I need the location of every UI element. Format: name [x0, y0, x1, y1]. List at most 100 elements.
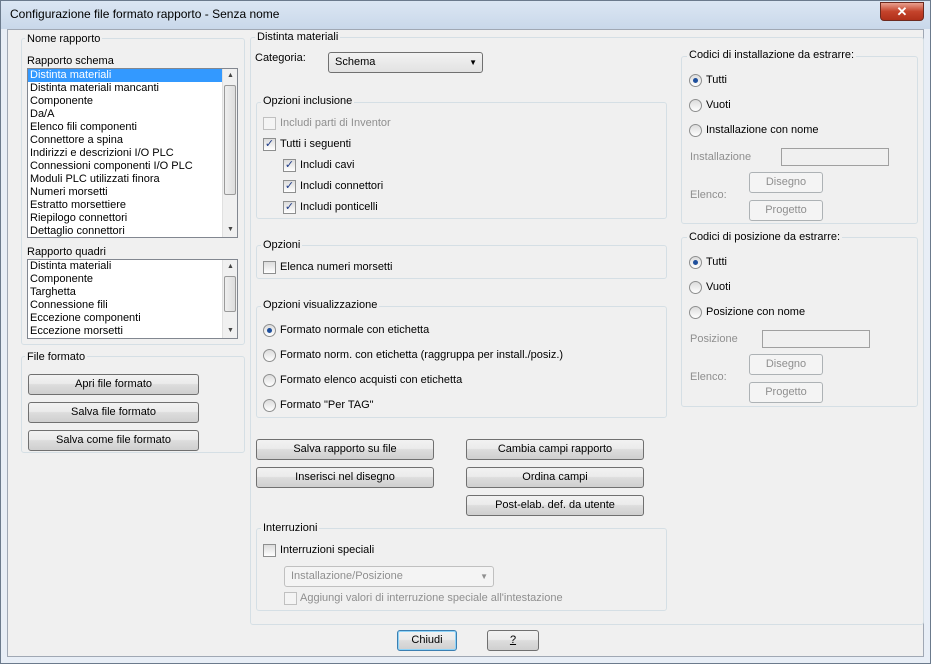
list-item[interactable]: Componente — [28, 273, 237, 286]
scrollbar[interactable]: ▲ ▼ — [222, 69, 237, 237]
includi-connettori-checkbox[interactable]: ✓ — [283, 180, 296, 193]
list-item[interactable]: Connessioni componenti I/O PLC — [28, 160, 237, 173]
list-item[interactable]: Da/A — [28, 108, 237, 121]
distinta-materiali-label: Distinta materiali — [255, 31, 341, 43]
installazione-disegno-button[interactable]: Disegno — [749, 172, 823, 193]
includi-ponticelli-label: Includi ponticelli — [300, 201, 378, 213]
installazione-group-label: Codici di installazione da estrarre: — [687, 49, 857, 61]
includi-ponticelli-checkbox[interactable]: ✓ — [283, 201, 296, 214]
categoria-value: Schema — [335, 56, 376, 68]
formato-elenco-acquisti-radio[interactable] — [263, 374, 276, 387]
posizione-input[interactable] — [762, 330, 870, 348]
chevron-down-icon: ▼ — [469, 58, 477, 67]
chiudi-button[interactable]: Chiudi — [397, 630, 457, 651]
installazione-con-nome-radio[interactable] — [689, 124, 702, 137]
scroll-thumb[interactable] — [224, 85, 236, 195]
list-item[interactable]: Componente — [28, 95, 237, 108]
posizione-elenco-label: Elenco: — [690, 371, 727, 383]
installazione-field-label: Installazione — [690, 151, 752, 163]
list-item[interactable]: Eccezione morsetti — [28, 325, 237, 338]
scroll-down-arrow-icon[interactable]: ▼ — [223, 223, 237, 237]
tutti-seguenti-checkbox[interactable]: ✓ — [263, 138, 276, 151]
list-item[interactable]: Distinta materiali — [28, 260, 237, 273]
posizione-con-nome-radio[interactable] — [689, 306, 702, 319]
formato-norm-raggruppa-radio[interactable] — [263, 349, 276, 362]
rapporto-schema-list[interactable]: Distinta materiali Distinta materiali man… — [27, 68, 238, 238]
posizione-disegno-button[interactable]: Disegno — [749, 354, 823, 375]
opzioni-label: Opzioni — [261, 239, 303, 251]
posizione-progetto-button[interactable]: Progetto — [749, 382, 823, 403]
installazione-tutti-label: Tutti — [706, 74, 727, 86]
scroll-up-arrow-icon[interactable]: ▲ — [223, 260, 237, 274]
posizione-con-nome-label: Posizione con nome — [706, 306, 806, 318]
rapporto-schema-label: Rapporto schema — [27, 55, 114, 67]
post-elaborazione-button[interactable]: Post-elab. def. da utente — [466, 495, 644, 516]
close-button[interactable]: ✕ — [880, 2, 924, 21]
list-item[interactable]: Indirizzi e descrizioni I/O PLC — [28, 147, 237, 160]
rapporto-quadri-list[interactable]: Distinta materiali Componente Targhetta Con… — [27, 259, 238, 339]
apri-file-formato-button[interactable]: Apri file formato — [28, 374, 199, 395]
installazione-vuoti-radio[interactable] — [689, 99, 702, 112]
interruzioni-select[interactable]: Installazione/Posizione ▼ — [284, 566, 494, 587]
categoria-select[interactable]: Schema ▼ — [328, 52, 483, 73]
file-formato-label: File formato — [25, 351, 88, 363]
dialog-client-area: Nome rapporto Rapporto schema Distinta m… — [7, 29, 924, 657]
aggiungi-valori-checkbox[interactable] — [284, 592, 297, 605]
salva-come-file-formato-button[interactable]: Salva come file formato — [28, 430, 199, 451]
installazione-vuoti-label: Vuoti — [706, 99, 731, 111]
salva-rapporto-button[interactable]: Salva rapporto su file — [256, 439, 434, 460]
formato-elenco-acquisti-label: Formato elenco acquisti con etichetta — [280, 374, 463, 386]
aggiungi-valori-label: Aggiungi valori di interruzione speciale… — [300, 592, 563, 604]
cambia-campi-button[interactable]: Cambia campi rapporto — [466, 439, 644, 460]
interruzioni-speciali-checkbox[interactable] — [263, 544, 276, 557]
dialog-window: Configurazione file formato rapporto - S… — [0, 0, 931, 664]
includi-inventor-checkbox[interactable] — [263, 117, 276, 130]
list-item[interactable]: Elenco fili componenti — [28, 121, 237, 134]
formato-per-tag-label: Formato "Per TAG" — [280, 399, 374, 411]
inserisci-nel-disegno-button[interactable]: Inserisci nel disegno — [256, 467, 434, 488]
list-item[interactable]: Dettaglio connettori — [28, 225, 237, 237]
opzioni-visualizzazione-label: Opzioni visualizzazione — [261, 299, 380, 311]
installazione-tutti-radio[interactable] — [689, 74, 702, 87]
installazione-progetto-button[interactable]: Progetto — [749, 200, 823, 221]
list-item[interactable]: Connessione fili — [28, 299, 237, 312]
rapporto-quadri-label: Rapporto quadri — [27, 246, 106, 258]
window-title: Configurazione file formato rapporto - S… — [10, 7, 280, 21]
salva-file-formato-button[interactable]: Salva file formato — [28, 402, 199, 423]
ordina-campi-button[interactable]: Ordina campi — [466, 467, 644, 488]
list-item[interactable]: Eccezione componenti — [28, 312, 237, 325]
elenca-numeri-morsetti-label: Elenca numeri morsetti — [280, 261, 393, 273]
list-item[interactable]: Distinta materiali mancanti — [28, 82, 237, 95]
formato-normale-label: Formato normale con etichetta — [280, 324, 430, 336]
list-item[interactable]: Moduli PLC utilizzati finora — [28, 173, 237, 186]
scrollbar[interactable]: ▲ ▼ — [222, 260, 237, 338]
nome-rapporto-label: Nome rapporto — [25, 33, 103, 45]
scroll-thumb[interactable] — [224, 276, 236, 312]
posizione-vuoti-label: Vuoti — [706, 281, 731, 293]
scroll-up-arrow-icon[interactable]: ▲ — [223, 69, 237, 83]
help-button[interactable]: ? — [487, 630, 539, 651]
list-item[interactable]: Numeri morsetti — [28, 186, 237, 199]
scroll-down-arrow-icon[interactable]: ▼ — [223, 324, 237, 338]
list-item[interactable]: Targhetta — [28, 286, 237, 299]
interruzioni-select-value: Installazione/Posizione — [291, 570, 403, 582]
includi-cavi-label: Includi cavi — [300, 159, 355, 171]
list-item[interactable]: Distinta materiali — [28, 69, 237, 82]
tutti-seguenti-label: Tutti i seguenti — [280, 138, 352, 150]
interruzioni-label: Interruzioni — [261, 522, 320, 534]
posizione-vuoti-radio[interactable] — [689, 281, 702, 294]
interruzioni-speciali-label: Interruzioni speciali — [280, 544, 375, 556]
title-bar: Configurazione file formato rapporto - S… — [1, 1, 930, 29]
posizione-tutti-radio[interactable] — [689, 256, 702, 269]
installazione-elenco-label: Elenco: — [690, 189, 727, 201]
list-item[interactable]: Connettore a spina — [28, 134, 237, 147]
includi-inventor-label: Includi parti di Inventor — [280, 117, 391, 129]
formato-per-tag-radio[interactable] — [263, 399, 276, 412]
list-item[interactable]: Riepilogo connettori — [28, 212, 237, 225]
posizione-field-label: Posizione — [690, 333, 738, 345]
list-item[interactable]: Estratto morsettiere — [28, 199, 237, 212]
elenca-numeri-morsetti-checkbox[interactable] — [263, 261, 276, 274]
formato-normale-radio[interactable] — [263, 324, 276, 337]
includi-cavi-checkbox[interactable]: ✓ — [283, 159, 296, 172]
installazione-input[interactable] — [781, 148, 889, 166]
